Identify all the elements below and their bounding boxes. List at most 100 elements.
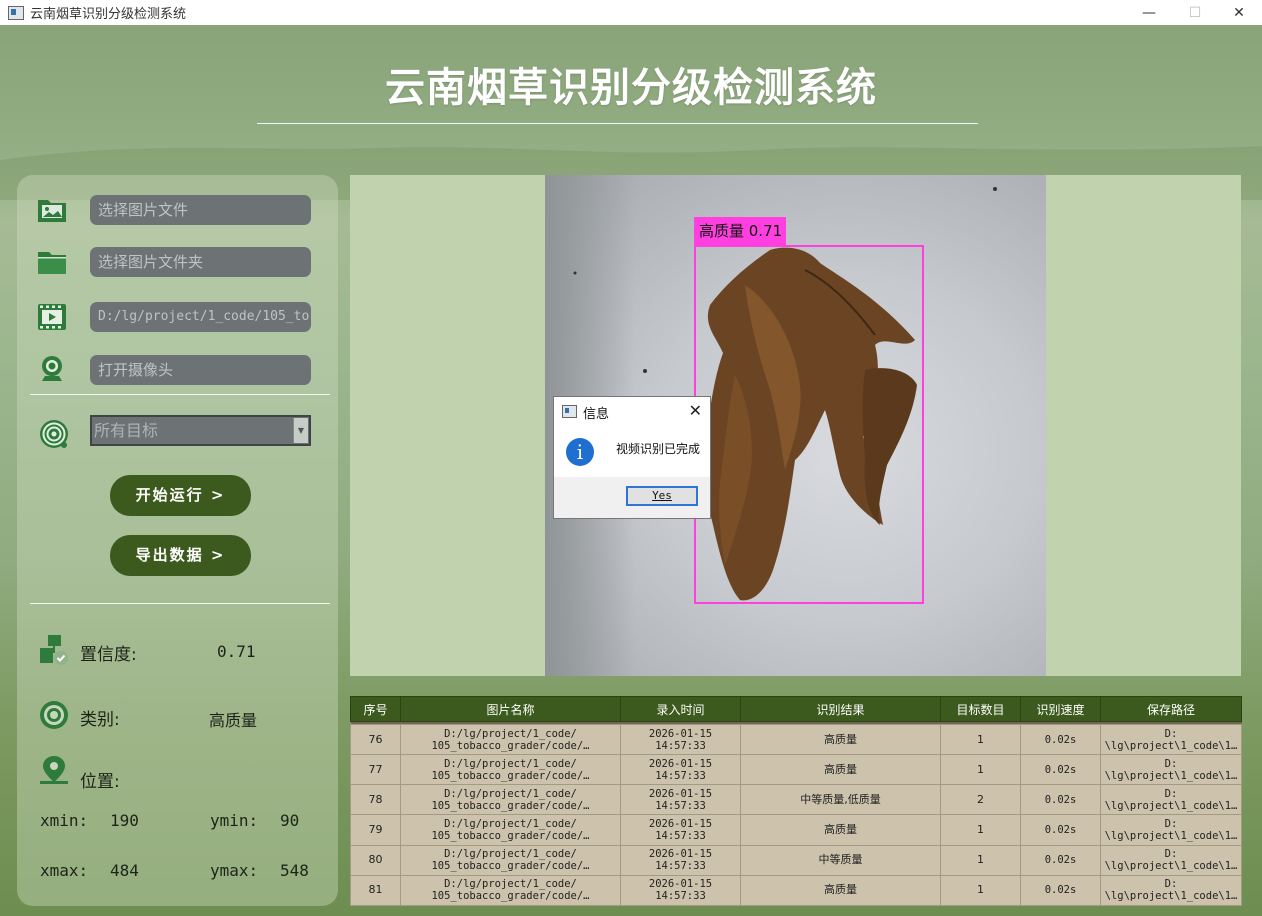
cell-path-line1: D: [1164,818,1178,831]
table-row[interactable]: 77 D:/lg/project/1_code/105_tobacco_grad… [350,754,1242,786]
window-title: 云南烟草识别分级检测系统 [30,7,187,22]
dialog-body: i 视频识别已完成 [554,425,710,477]
cell-path: D: \lg\project\1_code\1… [1100,724,1242,756]
cell-count: 1 [940,814,1021,846]
cell-id: 78 [350,784,401,816]
camera-input[interactable]: 打开摄像头 [90,355,311,385]
cell-clock: 14:57:33 [655,799,706,812]
column-header-count[interactable]: 目标数目 [940,696,1021,722]
cell-time: 2026-01-15 14:57:33 [620,784,741,816]
cell-id: 79 [350,814,401,846]
image-file-icon[interactable] [36,194,68,226]
cell-clock: 14:57:33 [655,860,706,873]
cell-time: 2026-01-15 14:57:33 [620,724,741,756]
cell-name-line1: D:/lg/project/1_code/ [444,787,577,800]
image-file-input[interactable]: 选择图片文件 [90,195,311,225]
cell-name-line2: 105_tobacco_grader/code/… [431,830,590,843]
cell-clock: 14:57:33 [655,769,706,782]
cell-time: 2026-01-15 14:57:33 [620,814,741,846]
cell-id: 77 [350,754,401,786]
cell-name: D:/lg/project/1_code/105_tobacco_grader/… [400,844,621,876]
column-header-id[interactable]: 序号 [350,696,401,722]
camera-icon[interactable] [36,353,68,385]
cell-path-line1: D: [1164,757,1178,770]
cell-path: D: \lg\project\1_code\1… [1100,874,1242,907]
yes-button-label: Yes [652,489,672,502]
xmax-value: 484 [110,861,139,880]
cell-name: D:/lg/project/1_code/105_tobacco_grader/… [400,784,621,816]
start-button[interactable]: 开始运行 > [110,475,251,516]
table-row[interactable]: 79 D:/lg/project/1_code/105_tobacco_grad… [350,814,1242,846]
location-icon [40,756,68,784]
class-value: 高质量 [209,711,258,730]
close-button[interactable]: ✕ [1216,0,1262,25]
cell-path: D: \lg\project\1_code\1… [1100,844,1242,876]
column-header-speed[interactable]: 识别速度 [1020,696,1101,722]
cell-path-line2: \lg\project\1_code\1… [1104,830,1238,843]
cell-speed: 0.02s [1020,784,1101,816]
minimize-button[interactable]: — [1126,0,1172,25]
table-row[interactable]: 81 D:/lg/project/1_code/105_tobacco_grad… [350,874,1242,907]
dialog-close-icon[interactable]: ✕ [689,401,702,420]
cell-path-line2: \lg\project\1_code\1… [1104,890,1238,903]
page-title: 云南烟草识别分级检测系统 [385,65,877,111]
info-icon: i [566,438,594,466]
cell-path: D: \lg\project\1_code\1… [1100,754,1242,786]
cell-name: D:/lg/project/1_code/105_tobacco_grader/… [400,754,621,786]
video-path-input[interactable]: D:/lg/project/1_code/105_to [90,302,311,332]
results-table[interactable]: 序号 图片名称 录入时间 识别结果 目标数目 识别速度 保存路径 76 D:/l… [350,696,1242,907]
dialog-message: 视频识别已完成 [616,442,701,456]
export-button[interactable]: 导出数据 > [110,535,251,576]
cell-date: 2026-01-15 [648,878,713,891]
cell-count: 1 [940,874,1021,907]
cell-name-line2: 105_tobacco_grader/code/… [431,799,590,812]
cell-path-line1: D: [1164,878,1178,891]
cell-name-line2: 105_tobacco_grader/code/… [431,890,590,903]
yes-button[interactable]: Yes [626,486,698,506]
info-dialog: 信息 ✕ i 视频识别已完成 Yes [553,396,711,519]
target-select-value: 所有目标 [94,421,159,440]
target-select[interactable]: 所有目标 ▼ [90,415,311,446]
cell-speed: 0.02s [1020,754,1101,786]
image-folder-input[interactable]: 选择图片文件夹 [90,247,311,277]
confidence-value: 0.71 [217,642,256,661]
cell-clock: 14:57:33 [655,739,706,752]
window-titlebar: 云南烟草识别分级检测系统 — ☐ ✕ [0,0,1262,25]
dialog-app-icon [562,405,577,418]
table-row[interactable]: 76 D:/lg/project/1_code/105_tobacco_grad… [350,724,1242,756]
cell-count: 1 [940,724,1021,756]
cell-name-line2: 105_tobacco_grader/code/… [431,769,590,782]
cell-result: 高质量 [740,874,941,907]
chevron-down-icon[interactable]: ▼ [293,418,308,443]
cell-date: 2026-01-15 [648,787,713,800]
class-icon [40,701,68,729]
cell-path: D: \lg\project\1_code\1… [1100,814,1242,846]
table-row[interactable]: 78 D:/lg/project/1_code/105_tobacco_grad… [350,784,1242,816]
cell-time: 2026-01-15 14:57:33 [620,844,741,876]
position-label: 位置: [80,772,120,792]
cell-path-line1: D: [1164,727,1178,740]
video-icon[interactable] [36,301,68,333]
column-header-name[interactable]: 图片名称 [400,696,621,722]
cell-name-line2: 105_tobacco_grader/code/… [431,860,590,873]
ymax-value: 548 [280,861,309,880]
folder-icon[interactable] [36,246,68,278]
detection-label: 高质量 0.71 [694,217,786,245]
cell-result: 中等质量,低质量 [740,784,941,816]
cell-path-line2: \lg\project\1_code\1… [1104,860,1238,873]
cell-result: 高质量 [740,754,941,786]
column-header-time[interactable]: 录入时间 [620,696,741,722]
cell-time: 2026-01-15 14:57:33 [620,874,741,907]
dialog-titlebar: 信息 ✕ [554,397,710,425]
detection-box [694,245,924,604]
table-row[interactable]: 80 D:/lg/project/1_code/105_tobacco_grad… [350,844,1242,876]
column-header-result[interactable]: 识别结果 [740,696,941,722]
cell-name-line1: D:/lg/project/1_code/ [444,757,577,770]
xmax-label: xmax: [40,861,89,880]
target-icon [40,420,68,448]
column-header-path[interactable]: 保存路径 [1100,696,1242,722]
table-header-row: 序号 图片名称 录入时间 识别结果 目标数目 识别速度 保存路径 [350,696,1242,722]
cell-count: 2 [940,784,1021,816]
maximize-button[interactable]: ☐ [1172,0,1218,25]
cell-speed: 0.02s [1020,724,1101,756]
